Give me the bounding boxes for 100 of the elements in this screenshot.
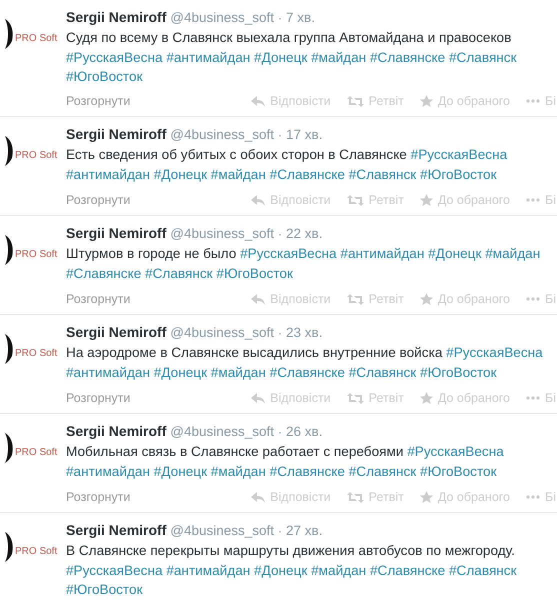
hashtag-link[interactable]: #ЮгоВосток: [66, 582, 143, 597]
hashtag-link[interactable]: #майдан: [311, 50, 366, 64]
retweet-icon[interactable]: [346, 392, 364, 404]
separator-dot: ·: [278, 11, 282, 25]
crescent-icon: [5, 19, 14, 49]
hashtag-link[interactable]: #антимайдан: [66, 364, 150, 380]
hashtag-link[interactable]: #Донецк: [154, 166, 208, 182]
more-icon[interactable]: [526, 198, 540, 202]
separator-dot: ·: [278, 326, 282, 340]
reply-icon[interactable]: [251, 96, 266, 106]
tweet-time[interactable]: 17 хв.: [286, 127, 322, 142]
tweet-text: В Славянске перекрыты маршруты движения автобусов по межгороду. #РусскаяВесна #антимайдан #Донецк #майдан #Славянске #Славянск #ЮгоВосток: [66, 542, 518, 599]
hashtag-link[interactable]: #антимайдан: [166, 50, 250, 64]
tweet-time[interactable]: 26 хв.: [286, 424, 322, 439]
retweet-icon[interactable]: [346, 492, 364, 502]
more-icon[interactable]: [526, 297, 540, 301]
star-icon[interactable]: [420, 293, 433, 305]
hashtag-link[interactable]: #Славянске: [370, 50, 446, 64]
hashtag-link[interactable]: #Донецк: [154, 464, 208, 478]
crescent-icon: [5, 235, 14, 265]
hashtag-link[interactable]: #РусскаяВесна: [407, 444, 504, 459]
tweet-time[interactable]: 23 хв.: [286, 325, 322, 340]
hashtag-link[interactable]: #антимайдан: [66, 166, 150, 182]
hashtag-link[interactable]: #Славянске: [270, 364, 345, 380]
hashtag-link[interactable]: #Славянск: [348, 464, 416, 478]
hashtag-link[interactable]: #Славянск: [145, 266, 213, 280]
hashtag-link[interactable]: #ЮгоВосток: [216, 266, 293, 280]
tweet-time[interactable]: 27 хв.: [286, 523, 322, 538]
tweet-time[interactable]: 22 хв.: [286, 226, 322, 241]
author-name[interactable]: Sergii Nemiroff: [66, 324, 166, 340]
expand-link[interactable]: Розгорнути: [66, 292, 130, 306]
hashtag-link[interactable]: #РусскаяВесна: [240, 246, 337, 261]
author-name[interactable]: Sergii Nemiroff: [66, 126, 166, 142]
hashtag-link[interactable]: #Славянске: [270, 464, 345, 478]
star-icon[interactable]: [420, 392, 433, 404]
avatar-logo-text: PRO Soft: [15, 447, 58, 458]
hashtag-link[interactable]: #Славянск: [449, 562, 517, 578]
author-name[interactable]: Sergii Nemiroff: [66, 9, 166, 25]
author-name[interactable]: Sergii Nemiroff: [66, 423, 166, 439]
star-icon[interactable]: [420, 491, 433, 503]
tweet-text: Мобильная связь в Славянске работает с перебоями #РусскаяВесна #антимайдан #Донецк #майдан #Славянске #Славянск #ЮгоВосток: [66, 443, 505, 481]
author-handle[interactable]: @4business_soft: [170, 10, 274, 25]
hashtag-link[interactable]: #РусскаяВесна: [410, 147, 508, 162]
hashtag-link[interactable]: #РусскаяВесна: [66, 50, 163, 64]
hashtag-link[interactable]: #РусскаяВесна: [446, 345, 543, 360]
reply-icon[interactable]: [251, 294, 266, 304]
separator-dot: ·: [278, 227, 282, 241]
tweet-text: Судя по всему в Славянск выехала группа Автомайдана и правосеков #РусскаяВесна #антимайдан #Донецк #майдан #Славянске #Славянск #ЮгоВосток: [66, 29, 518, 86]
author-handle[interactable]: @4business_soft: [170, 424, 274, 439]
author-name[interactable]: Sergii Nemiroff: [66, 522, 166, 538]
author-handle[interactable]: @4business_soft: [170, 226, 274, 241]
expand-link[interactable]: Розгорнути: [66, 490, 130, 504]
more-icon[interactable]: [526, 396, 540, 400]
more-icon[interactable]: [526, 495, 540, 499]
hashtag-link[interactable]: #ЮгоВосток: [66, 69, 143, 84]
avatar-logo-text: PRO Soft: [15, 348, 58, 359]
hashtag-link[interactable]: #антимайдан: [166, 562, 250, 578]
tweet-time[interactable]: 7 хв.: [286, 10, 315, 25]
hashtag-link[interactable]: #майдан: [311, 562, 366, 578]
retweet-icon[interactable]: [346, 194, 364, 206]
hashtag-link[interactable]: #майдан: [485, 246, 540, 261]
reply-icon[interactable]: [251, 194, 266, 206]
retweet-icon[interactable]: [346, 96, 364, 106]
author-handle[interactable]: @4business_soft: [170, 523, 274, 538]
hashtag-link[interactable]: #Славянске: [66, 266, 142, 280]
hashtag-link[interactable]: #Славянске: [370, 562, 446, 578]
reply-icon[interactable]: [251, 392, 266, 404]
hashtag-link[interactable]: #майдан: [210, 364, 266, 380]
hashtag-link[interactable]: #ЮгоВосток: [420, 364, 497, 380]
separator-dot: ·: [278, 128, 282, 142]
hashtag-link[interactable]: #Донецк: [254, 562, 308, 578]
hashtag-link[interactable]: #антимайдан: [66, 464, 150, 478]
expand-link[interactable]: Розгорнути: [66, 94, 130, 108]
author-handle[interactable]: @4business_soft: [170, 127, 274, 142]
hashtag-link[interactable]: #ЮгоВосток: [420, 166, 497, 182]
author-name[interactable]: Sergii Nemiroff: [66, 225, 166, 241]
tweet-text: На аэродроме в Славянске высадились внутренние войска #РусскаяВесна #антимайдан #Донецк #майдан #Славянске #Славянск #ЮгоВосток: [66, 344, 544, 382]
star-icon[interactable]: [420, 194, 433, 206]
expand-link[interactable]: Розгорнути: [66, 391, 130, 405]
hashtag-link[interactable]: #Донецк: [428, 246, 482, 261]
hashtag-link[interactable]: #антимайдан: [340, 246, 424, 261]
hashtag-link[interactable]: #РусскаяВесна: [66, 562, 163, 578]
avatar-logo-text: PRO Soft: [15, 249, 58, 260]
hashtag-link[interactable]: #майдан: [210, 464, 266, 478]
hashtag-link[interactable]: #Славянск: [348, 364, 416, 380]
expand-link[interactable]: Розгорнути: [66, 193, 130, 207]
more-icon[interactable]: [526, 99, 540, 103]
retweet-icon[interactable]: [346, 294, 364, 304]
hashtag-link[interactable]: #Славянск: [348, 166, 416, 182]
hashtag-link[interactable]: #майдан: [210, 166, 266, 182]
hashtag-link[interactable]: #ЮгоВосток: [420, 464, 497, 478]
separator-dot: ·: [278, 425, 282, 439]
crescent-icon: [5, 136, 14, 166]
author-handle[interactable]: @4business_soft: [170, 325, 274, 340]
hashtag-link[interactable]: #Донецк: [254, 50, 308, 64]
hashtag-link[interactable]: #Славянск: [449, 50, 517, 64]
reply-icon[interactable]: [251, 492, 266, 502]
hashtag-link[interactable]: #Донецк: [154, 364, 208, 380]
hashtag-link[interactable]: #Славянске: [270, 166, 345, 182]
star-icon[interactable]: [420, 95, 433, 107]
